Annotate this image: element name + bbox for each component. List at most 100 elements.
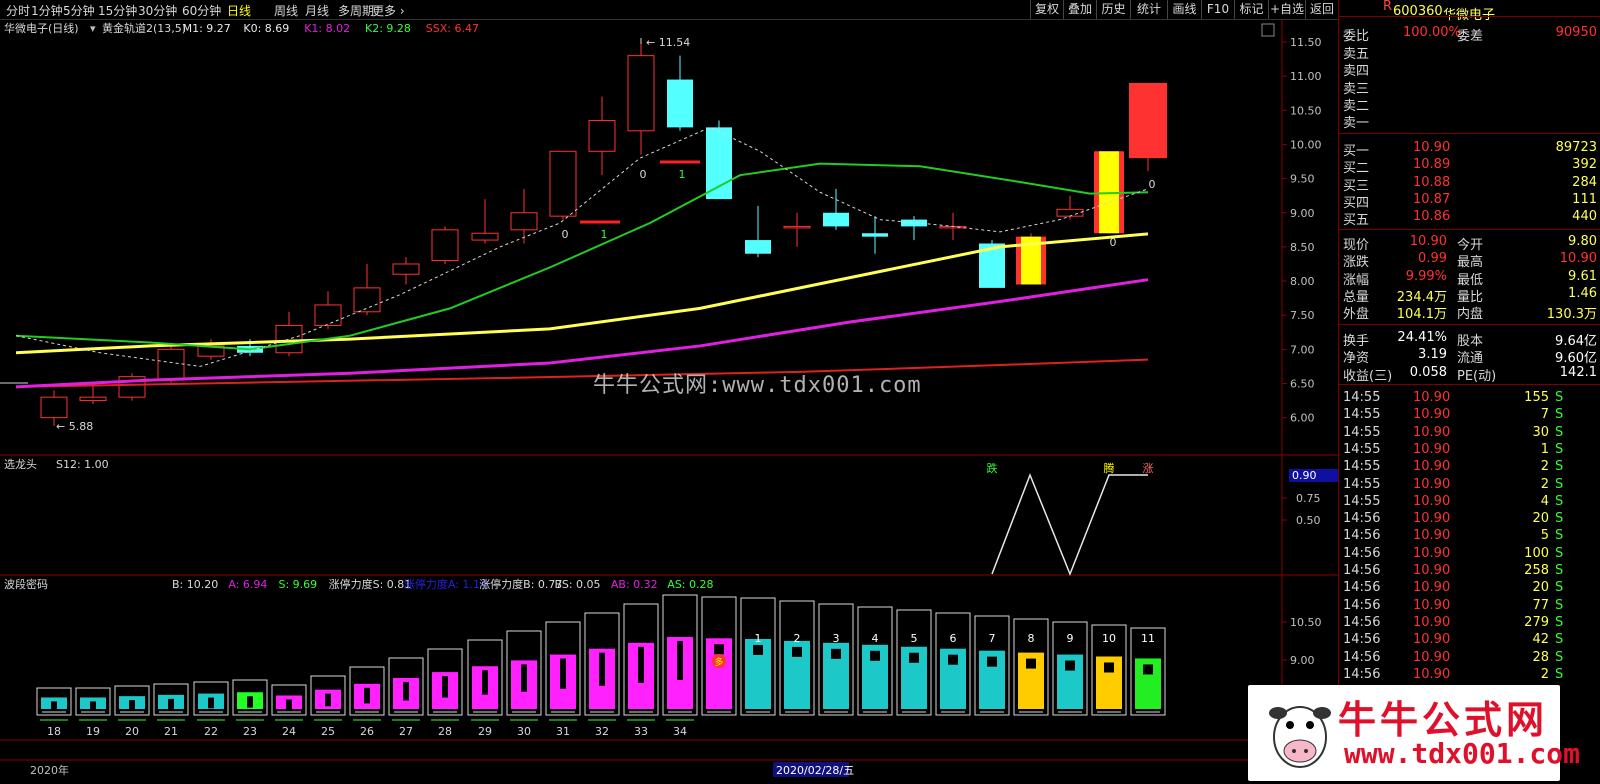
toolbar-button-8[interactable]: 返回: [1305, 0, 1338, 19]
tick-vol-6: 4: [1540, 493, 1549, 509]
tick-time-1: 14:55: [1343, 407, 1381, 423]
toolbar-button-5[interactable]: F10: [1201, 0, 1234, 19]
tick-time-3: 14:55: [1343, 441, 1381, 457]
period-tab-10[interactable]: 更多 ›: [372, 2, 405, 19]
tick-price-4: 10.90: [1413, 459, 1451, 475]
tick-price-15: 10.90: [1413, 649, 1451, 665]
buy-vol-1: 392: [1572, 157, 1597, 173]
footer-year: 2020年: [30, 763, 69, 777]
m1-line: [15, 126, 1149, 367]
price-tick-label: 10.50: [1290, 104, 1322, 117]
candle-body: [706, 127, 732, 200]
wave-box-core: [482, 670, 488, 695]
watermark-text: 牛牛公式网:www.tdx001.com: [593, 373, 922, 398]
period-tab-8[interactable]: 月线: [305, 2, 329, 19]
stat2-label2-1: 流通: [1457, 351, 1484, 367]
toolbar-button-0[interactable]: 复权: [1030, 0, 1063, 19]
period-tab-7[interactable]: 周线: [274, 2, 298, 19]
tick-time-4: 14:55: [1343, 459, 1381, 475]
weicha-label: 委差: [1457, 29, 1484, 44]
tick-time-15: 14:56: [1343, 649, 1381, 665]
tick-time-10: 14:56: [1343, 563, 1381, 578]
toolbar-button-4[interactable]: 画线: [1167, 0, 1201, 19]
buy-price-1: 10.89: [1413, 157, 1451, 173]
tick-price-9: 10.90: [1413, 545, 1451, 561]
toolbar-button-7[interactable]: +自选: [1268, 0, 1305, 19]
stat2-value-2: 0.058: [1409, 364, 1447, 380]
sub2-legend-8: AS: 0.28: [667, 578, 713, 591]
toolbar-button-6[interactable]: 标记: [1234, 0, 1268, 19]
weicha-value: 90950: [1555, 25, 1597, 40]
tick-side-12: S: [1555, 597, 1564, 613]
wave-box-core: [51, 701, 57, 711]
main-legend-2: 黄金轨道2(13,5): [102, 21, 186, 35]
candle-mark-0: 0: [562, 228, 569, 241]
quote-divider: [1339, 384, 1600, 385]
period-tab-1[interactable]: 1分钟: [31, 2, 63, 19]
sub1-name: 选龙头: [4, 458, 37, 471]
stat-value-2: 9.99%: [1405, 268, 1447, 284]
tick-time-9: 14:56: [1343, 545, 1381, 561]
stat-value2-0: 9.80: [1568, 234, 1597, 249]
wave-box-num: 20: [125, 725, 139, 738]
tick-side-14: S: [1555, 632, 1564, 648]
tick-vol-13: 279: [1524, 614, 1549, 630]
stat-value-4: 104.1万: [1396, 307, 1447, 323]
tick-side-10: S: [1555, 563, 1564, 578]
toolbar-button-2[interactable]: 历史: [1096, 0, 1130, 19]
period-tab-4[interactable]: 30分钟: [138, 2, 177, 19]
k0-line: [15, 232, 1149, 355]
candle-body: [862, 233, 888, 237]
site-logo: 牛牛公式网 www.tdx001.com: [1248, 685, 1580, 781]
wave-box-core: [792, 646, 802, 657]
tick-time-11: 14:56: [1343, 580, 1381, 596]
period-tab-3[interactable]: 15分钟: [98, 2, 137, 19]
tick-vol-4: 2: [1540, 459, 1549, 475]
candle-body: [471, 232, 499, 241]
wave-box-num: 31: [556, 725, 570, 738]
kline-chart: 华微电子(日线) ▾ 黄金轨道2(13,5)M1: 9.27 K0: 8.69 K1: …: [0, 20, 1338, 777]
stat2-value-1: 3.19: [1418, 347, 1447, 363]
stat-value-3: 234.4万: [1396, 289, 1447, 305]
candle-body: [1129, 82, 1167, 159]
sell-level-2: 卖三: [1343, 81, 1370, 97]
tick-price-3: 10.90: [1413, 441, 1451, 457]
tick-side-7: S: [1555, 511, 1564, 527]
tick-side-0: S: [1555, 390, 1564, 405]
tick-vol-10: 258: [1524, 563, 1549, 578]
period-tab-0[interactable]: 分时: [6, 2, 30, 19]
stat-label2-3: 量比: [1457, 289, 1484, 305]
tick-time-2: 14:55: [1343, 424, 1381, 440]
period-tab-2[interactable]: 5分钟: [63, 2, 95, 19]
tick-vol-2: 30: [1532, 424, 1549, 440]
buy-price-4: 10.86: [1413, 209, 1451, 225]
wave-box-core: [90, 701, 96, 711]
stat2-value2-2: 142.1: [1559, 364, 1597, 380]
tick-price-5: 10.90: [1413, 476, 1451, 492]
price-tick-label: 11.50: [1290, 36, 1322, 49]
period-tab-6[interactable]: 日线: [227, 2, 251, 19]
tick-price-12: 10.90: [1413, 597, 1451, 613]
stat-label2-1: 最高: [1457, 255, 1484, 271]
period-tab-9[interactable]: 多周期: [338, 2, 374, 19]
buy-price-0: 10.90: [1413, 140, 1451, 155]
candle-body: [823, 212, 849, 227]
wave-box-num: 24: [282, 725, 296, 738]
tick-price-7: 10.90: [1413, 511, 1451, 527]
sub2-legend-0: B: 10.20: [172, 578, 218, 591]
tick-side-15: S: [1555, 649, 1564, 665]
wave-box-num: 28: [438, 725, 452, 738]
sub2-legend-5: 涨停力度B: 0.77: [479, 577, 562, 591]
weibi-label: 委比: [1343, 29, 1370, 44]
period-tab-5[interactable]: 60分钟: [182, 2, 221, 19]
signal-die: 跌: [987, 461, 998, 475]
toolbar-button-3[interactable]: 统计: [1130, 0, 1167, 19]
wave-box-num: 27: [399, 725, 413, 738]
stat-label2-4: 内盘: [1457, 307, 1484, 323]
toolbar-button-1[interactable]: 叠加: [1063, 0, 1096, 19]
main-legend-4: K0: 8.69: [243, 22, 289, 35]
tick-side-2: S: [1555, 424, 1564, 440]
tick-time-5: 14:55: [1343, 476, 1381, 492]
buy-vol-2: 284: [1572, 174, 1597, 190]
ssx-line: [15, 358, 1149, 388]
